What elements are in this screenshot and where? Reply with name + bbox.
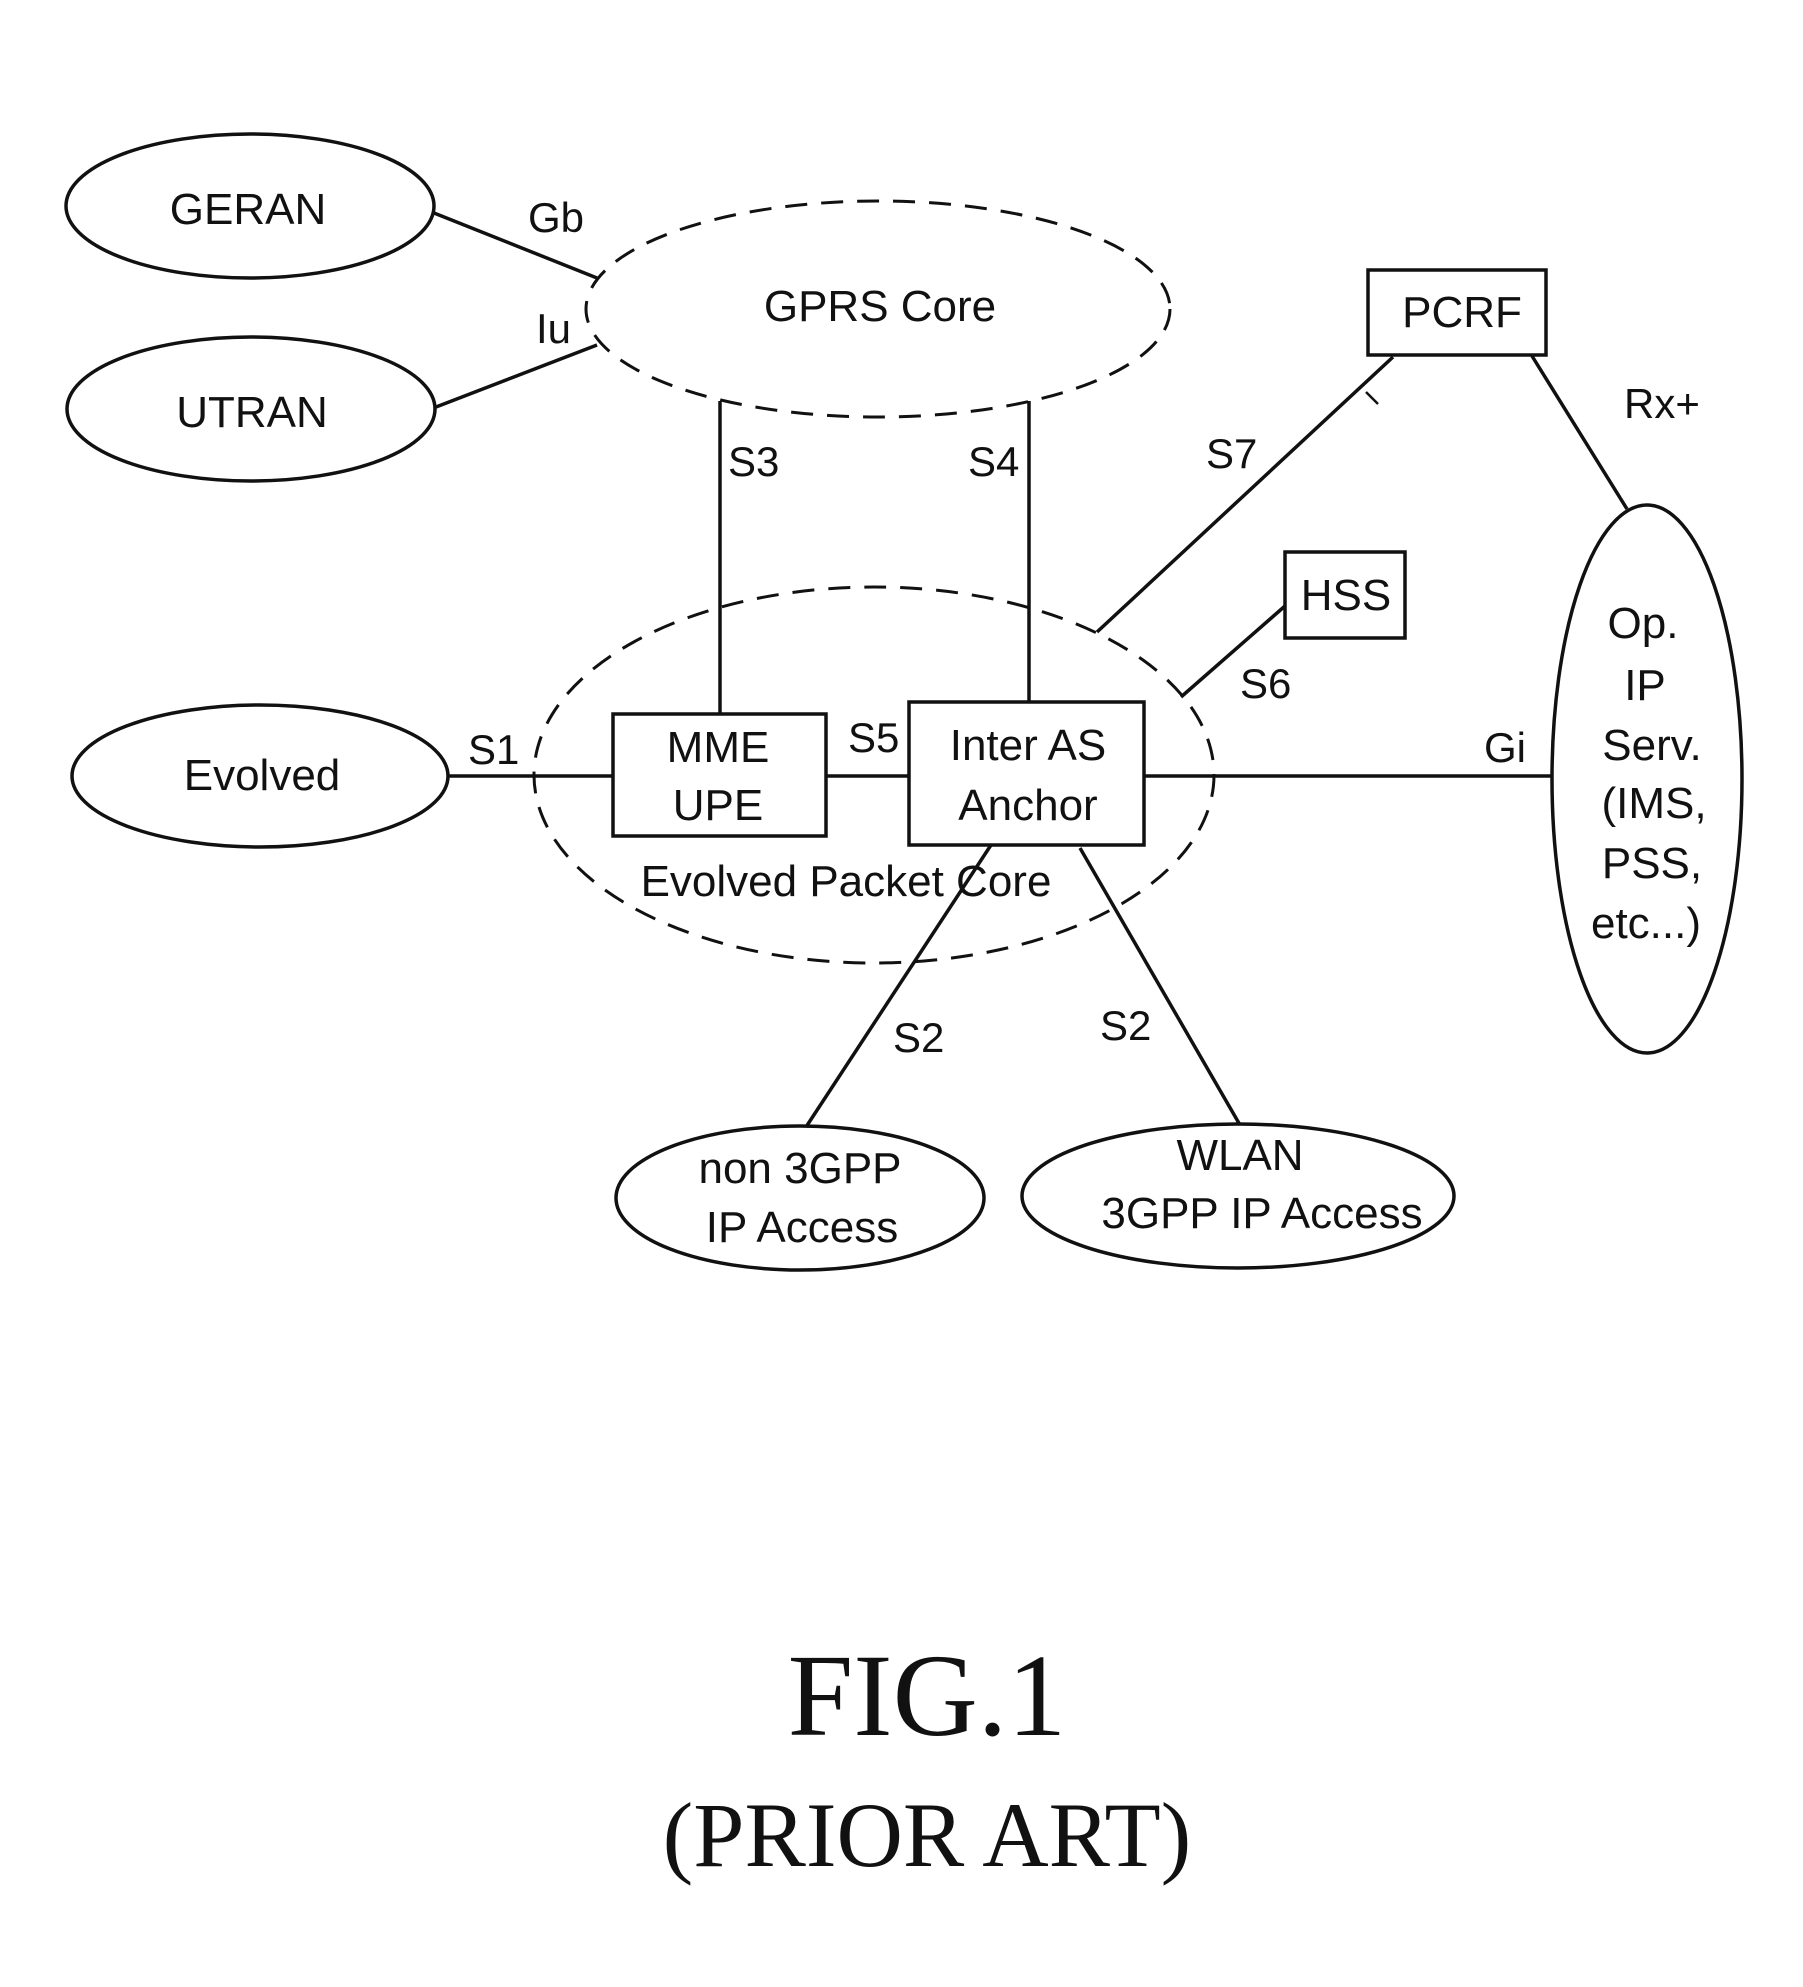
- gprs-core-label: GPRS Core: [764, 282, 996, 331]
- edge-iu: [435, 343, 598, 409]
- gi-interface-label: Gi: [1484, 724, 1526, 771]
- evolved-label: Evolved: [184, 751, 341, 800]
- op-ip-line-1: Op.: [1608, 599, 1679, 648]
- s7-interface-label: S7: [1206, 430, 1257, 477]
- s2-right-interface-label: S2: [1100, 1002, 1151, 1049]
- figure-subcaption: (PRIOR ART): [663, 1784, 1192, 1886]
- non-3gpp-line-1: non 3GPP: [698, 1144, 901, 1193]
- s2-left-interface-label: S2: [893, 1014, 944, 1061]
- geran-label: GERAN: [170, 185, 326, 234]
- tick-mark: [1365, 391, 1379, 405]
- wlan-line-1: WLAN: [1176, 1131, 1303, 1180]
- inter-as-label: Inter AS: [950, 721, 1107, 770]
- s4-interface-label: S4: [968, 438, 1019, 485]
- edge-s2-wlan: [1078, 847, 1242, 1126]
- rx-interface-label: Rx+: [1624, 380, 1700, 427]
- op-ip-line-5: PSS,: [1602, 839, 1702, 888]
- anchor-label: Anchor: [958, 781, 1097, 830]
- mme-label: MME: [667, 723, 770, 772]
- wlan-line-2: 3GPP IP Access: [1101, 1189, 1422, 1238]
- pcrf-label: PCRF: [1402, 288, 1522, 337]
- s3-interface-label: S3: [728, 438, 779, 485]
- s5-interface-label: S5: [848, 714, 899, 761]
- upe-label: UPE: [673, 781, 763, 830]
- op-ip-line-4: (IMS,: [1601, 779, 1706, 828]
- s1-interface-label: S1: [468, 726, 519, 773]
- gb-interface-label: Gb: [528, 194, 584, 241]
- s6-interface-label: S6: [1240, 660, 1291, 707]
- edge-rx: [1530, 355, 1629, 510]
- utran-label: UTRAN: [176, 388, 328, 437]
- non-3gpp-line-2: IP Access: [706, 1203, 898, 1252]
- epc-label: Evolved Packet Core: [641, 857, 1052, 906]
- op-ip-line-6: etc...): [1591, 899, 1701, 948]
- op-ip-line-2: IP: [1624, 661, 1666, 710]
- hss-label: HSS: [1301, 571, 1391, 620]
- iu-interface-label: Iu: [536, 305, 571, 352]
- figure-caption: FIG.1: [788, 1630, 1067, 1761]
- connections: [433, 211, 1629, 1128]
- op-ip-line-3: Serv.: [1602, 721, 1701, 770]
- network-architecture-diagram: GERAN UTRAN GPRS Core Evolved MME UPE In…: [64, 132, 1744, 1886]
